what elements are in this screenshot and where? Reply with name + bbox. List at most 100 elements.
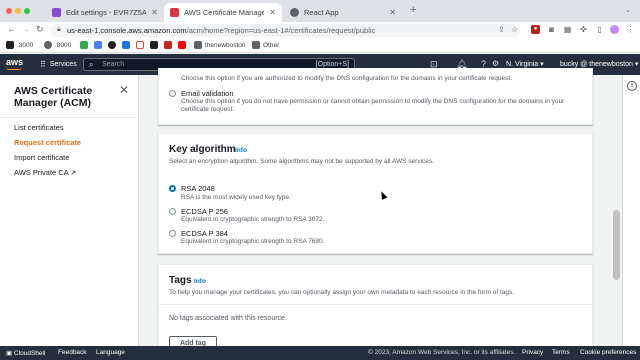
extensions-puzzle-icon[interactable]: ✜	[579, 25, 588, 34]
share-icon[interactable]: ⇪	[497, 25, 506, 34]
region-label: N. Virginia	[506, 61, 539, 68]
aws-logo[interactable]: aws	[6, 57, 23, 67]
tab-favicon-icon	[170, 8, 179, 17]
bookmark-red-icon[interactable]	[164, 41, 172, 49]
bookmark-8000[interactable]: :8000	[44, 41, 71, 49]
services-menu-button[interactable]: ⠿ Services	[40, 60, 77, 69]
bookmark-folder-other[interactable]: Other	[252, 41, 279, 49]
account-menu[interactable]: bucky @ thenewboston ▾	[560, 60, 638, 68]
reload-icon[interactable]: ↻	[36, 24, 44, 35]
browser-tab-edit-settings[interactable]: Edit settings - EVR7Z5ADINLM ✕	[46, 3, 164, 22]
ecdsa-p384-label[interactable]: ECDSA P 384	[181, 229, 228, 238]
sidebar-item-aws-private-ca[interactable]: AWS Private CA ↗	[14, 168, 76, 177]
close-icon[interactable]: ✕	[119, 83, 129, 97]
tab-title: Edit settings - EVR7Z5ADINLM	[66, 8, 147, 17]
tab-title: AWS Certificate Manager	[184, 8, 265, 17]
address-bar[interactable]: 🔒︎ us-east-1.console.aws.amazon.com/acm/…	[51, 24, 520, 37]
tab-search-chevron-icon[interactable]: ⌄	[625, 6, 631, 14]
bookmark-blue-icon[interactable]	[122, 41, 130, 49]
cloudshell-footer-button[interactable]: ▣ CloudShell	[6, 349, 45, 357]
copyright-text: © 2023, Amazon Web Services, Inc. or its…	[368, 349, 516, 356]
ecdsa-p256-label[interactable]: ECDSA P 256	[181, 207, 228, 216]
sidebar-item-import-certificate[interactable]: Import certificate	[14, 153, 69, 162]
terms-link[interactable]: Terms	[552, 349, 570, 356]
key-algorithm-heading: Key algorithm	[169, 144, 236, 155]
gmail-icon[interactable]	[136, 41, 144, 49]
close-tab-icon[interactable]: ✕	[389, 8, 396, 17]
browser-tab-react-app[interactable]: React App ✕	[284, 3, 402, 22]
bookmarks-bar: :3000 :8000 thenewboston Other	[0, 38, 640, 53]
tags-description: To help you manage your certificates, yo…	[169, 289, 515, 296]
maximize-window-dot[interactable]	[24, 8, 30, 14]
bookmark-label: :8000	[55, 41, 72, 49]
profile-avatar[interactable]	[610, 25, 619, 34]
key-algorithm-description: Select an encryption algorithm. Some alg…	[169, 158, 434, 165]
tags-heading: Tags	[169, 275, 192, 286]
sidebar-item-list-certificates[interactable]: List certificates	[14, 123, 64, 132]
folder-icon	[252, 41, 260, 49]
dns-validation-description: Choose this option if you are authorized…	[181, 75, 512, 82]
validation-method-card: Choose this option if you are authorized…	[158, 68, 593, 125]
side-navigation: AWS Certificate Manager (ACM) ✕ List cer…	[0, 75, 139, 346]
close-tab-icon[interactable]: ✕	[151, 8, 158, 17]
email-validation-radio[interactable]	[169, 90, 176, 97]
extension-grid-icon[interactable]: ▦	[563, 25, 572, 34]
console-footer: ▣ CloudShell Feedback Language © 2023, A…	[0, 346, 640, 360]
bookmark-3000[interactable]: :3000	[6, 41, 33, 49]
url-host: us-east-1.console.aws.amazon.com	[67, 26, 187, 35]
ecdsa-p256-radio[interactable]	[169, 208, 176, 215]
bookmark-green-icon[interactable]	[80, 41, 88, 49]
bookmark-dark-icon[interactable]	[150, 41, 158, 49]
sidebar-item-request-certificate[interactable]: Request certificate	[14, 138, 81, 147]
new-tab-button[interactable]: +	[410, 4, 416, 16]
sidebar-item-label: AWS Private CA	[14, 168, 69, 177]
services-label: Services	[49, 61, 77, 68]
minimize-window-dot[interactable]	[15, 8, 21, 14]
ecdsa-p384-description: Equivalent in cryptographic strength to …	[181, 238, 325, 245]
terminal-icon: ▣	[6, 350, 13, 357]
sidebar-panel-icon[interactable]: ▯	[595, 25, 604, 34]
extension-red-icon[interactable]: ●	[531, 25, 540, 34]
globe-icon	[44, 41, 52, 49]
tags-info-link[interactable]: Info	[194, 278, 206, 285]
cookie-preferences-link[interactable]: Cookie preferences	[580, 349, 636, 356]
search-shortcut: [Option+S]	[315, 61, 349, 68]
rsa-2048-radio[interactable]	[169, 185, 176, 192]
tab-title: React App	[304, 8, 339, 17]
email-validation-label[interactable]: Email validation	[181, 89, 234, 98]
language-link[interactable]: Language	[96, 349, 125, 356]
browser-tab-aws-certificate-manager[interactable]: AWS Certificate Manager ✕	[164, 3, 282, 22]
ecdsa-p384-radio[interactable]	[169, 230, 176, 237]
bookmark-label: thenewboston	[205, 41, 246, 49]
close-tab-icon[interactable]: ✕	[269, 8, 276, 17]
rsa-2048-description: RSA is the most widely used key type.	[181, 194, 291, 201]
caret-down-icon: ▾	[634, 61, 639, 68]
sidebar-title[interactable]: AWS Certificate Manager (ACM)	[14, 85, 114, 109]
close-window-dot[interactable]	[6, 8, 12, 14]
bookmark-label: Other	[263, 41, 280, 49]
info-icon[interactable]: i	[627, 81, 637, 91]
lock-icon: 🔒︎	[57, 26, 61, 33]
bookmark-star-icon[interactable]: ☆	[510, 25, 519, 34]
account-label: bucky @ thenewboston	[560, 61, 633, 68]
back-arrow-icon[interactable]: ←	[7, 24, 16, 34]
no-tags-message: No tags associated with this resource.	[169, 315, 287, 322]
youtube-icon[interactable]	[178, 41, 186, 49]
key-algorithm-card: Key algorithm Info Select an encryption …	[158, 133, 593, 254]
camera-extension-icon[interactable]: ◙	[547, 25, 556, 34]
feedback-link[interactable]: Feedback	[58, 349, 87, 356]
page-scrollbar-thumb[interactable]	[613, 210, 620, 280]
bookmark-folder-thenewboston[interactable]: thenewboston	[194, 41, 245, 49]
privacy-link[interactable]: Privacy	[522, 349, 543, 356]
key-algorithm-info-link[interactable]: Info	[235, 147, 247, 154]
bookmark-blue-icon[interactable]	[94, 41, 102, 49]
browser-menu-icon[interactable]: ⋮	[626, 25, 635, 34]
settings-gear-icon[interactable]: ⚙	[492, 59, 499, 68]
github-icon[interactable]	[108, 41, 116, 49]
region-selector[interactable]: N. Virginia ▾	[506, 60, 544, 68]
browser-toolbar: ← → ↻ 🔒︎ us-east-1.console.aws.amazon.co…	[0, 22, 640, 38]
grid-icon: ⠿	[40, 60, 46, 69]
rsa-2048-label[interactable]: RSA 2048	[181, 184, 215, 193]
url-path: /acm/home?region=us-east-1#/certificates…	[186, 26, 376, 35]
forward-arrow-icon[interactable]: →	[21, 24, 30, 34]
